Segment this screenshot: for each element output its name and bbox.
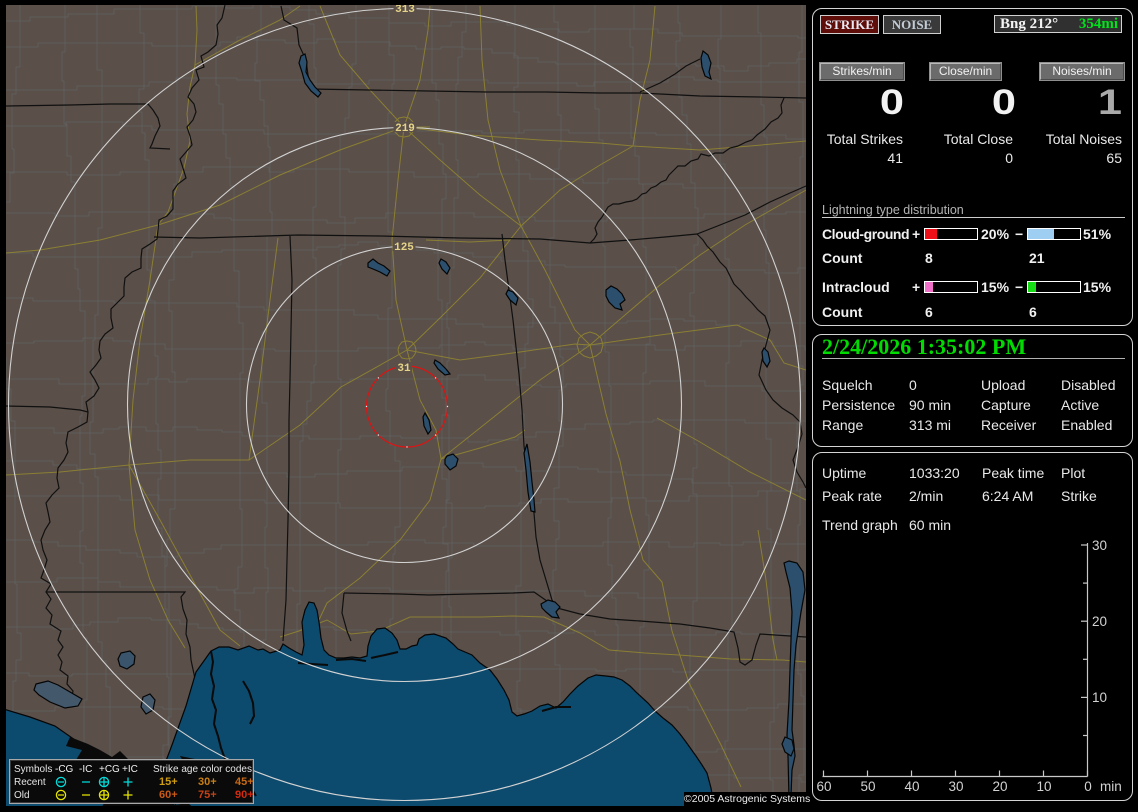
svg-text:219: 219	[395, 123, 415, 135]
svg-text:0: 0	[1084, 779, 1092, 794]
svg-text:125: 125	[394, 242, 414, 254]
svg-text:10: 10	[1092, 690, 1107, 705]
svg-text:313: 313	[395, 5, 415, 16]
svg-text:31: 31	[397, 363, 411, 375]
svg-text:30: 30	[948, 779, 963, 794]
svg-text:20: 20	[1092, 614, 1107, 629]
svg-text:50: 50	[860, 779, 875, 794]
svg-text:30: 30	[1092, 538, 1107, 553]
svg-text:10: 10	[1036, 779, 1051, 794]
svg-text:60: 60	[816, 779, 831, 794]
svg-text:40: 40	[904, 779, 919, 794]
svg-text:20: 20	[992, 779, 1007, 794]
svg-text:min: min	[1100, 779, 1122, 794]
